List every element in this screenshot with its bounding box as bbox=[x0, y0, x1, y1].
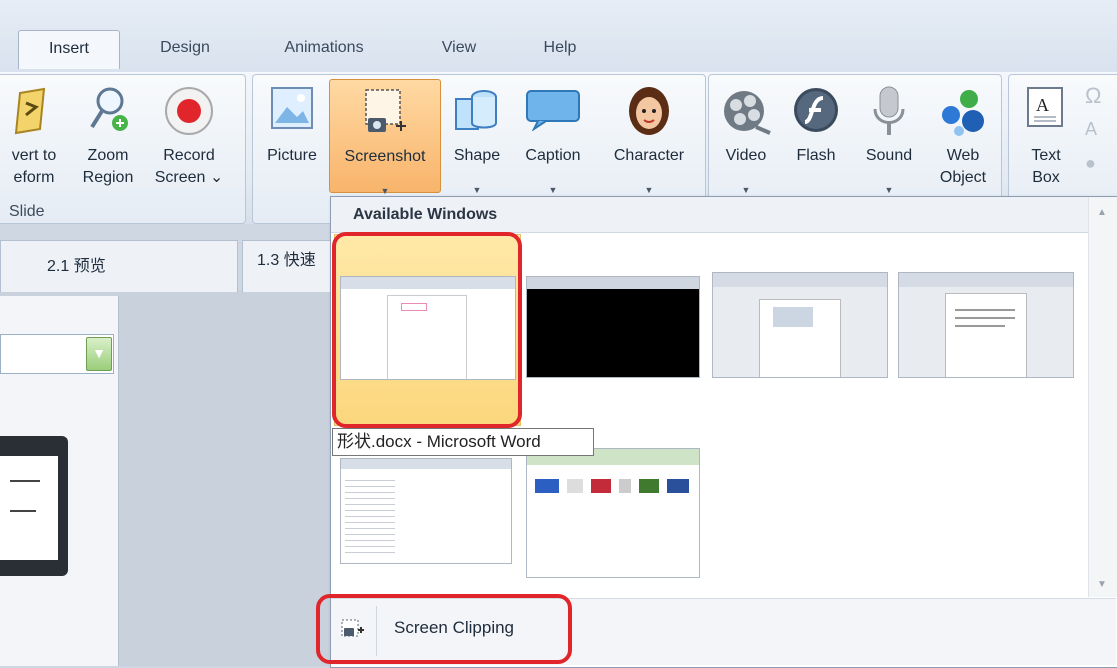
window-thumbnail-gallery[interactable] bbox=[526, 448, 700, 578]
doc-tab-quick[interactable]: 1.3 快速 bbox=[242, 240, 332, 292]
web-object-button[interactable]: Web Object bbox=[931, 79, 995, 191]
flash-button[interactable]: Flash bbox=[783, 79, 849, 191]
video-icon bbox=[724, 91, 771, 135]
record-screen-button[interactable]: Record Screen ⌄ bbox=[149, 79, 229, 191]
convert-icon bbox=[14, 87, 46, 135]
group-slide: vert to eform Zoom Region Record Screen ⌄ S… bbox=[0, 74, 246, 224]
available-windows-header: Available Windows bbox=[331, 197, 1088, 233]
picture-button[interactable]: Picture bbox=[257, 79, 327, 191]
shape-button[interactable]: Shape ▼ bbox=[445, 79, 509, 195]
window-tooltip: 形状.docx - Microsoft Word bbox=[332, 428, 594, 456]
web-object-icon bbox=[942, 90, 984, 136]
tab-view[interactable]: View bbox=[426, 30, 492, 68]
window-thumbnail-explorer[interactable] bbox=[340, 458, 512, 564]
object-icon[interactable]: ● bbox=[1085, 153, 1096, 174]
sound-button[interactable]: Sound ▼ bbox=[853, 79, 925, 195]
text-box-button[interactable]: A Text Box bbox=[1015, 79, 1077, 191]
shape-icon bbox=[455, 90, 497, 130]
picture-icon bbox=[271, 87, 313, 129]
tab-help[interactable]: Help bbox=[528, 30, 592, 68]
ribbon-tab-bar: Insert Design Animations View Help bbox=[0, 0, 1117, 73]
wordart-icon[interactable]: A bbox=[1085, 119, 1097, 140]
window-thumbnail-console[interactable] bbox=[526, 276, 700, 378]
microphone-icon bbox=[873, 86, 905, 135]
caption-button[interactable]: Caption ▼ bbox=[515, 79, 591, 195]
group-label-slide: Slide bbox=[9, 203, 45, 220]
text-box-icon: A bbox=[1027, 87, 1063, 127]
highlight-annotation-window bbox=[332, 232, 522, 428]
caption-icon bbox=[526, 90, 580, 131]
highlight-annotation-clipping bbox=[316, 594, 572, 664]
convert-button[interactable]: vert to eform bbox=[1, 79, 67, 191]
record-icon bbox=[165, 87, 213, 135]
character-icon bbox=[629, 87, 669, 135]
tab-design[interactable]: Design bbox=[140, 30, 230, 68]
flash-icon bbox=[794, 88, 838, 132]
scroll-down-icon[interactable]: ▼ bbox=[1097, 579, 1107, 590]
svg-text:A: A bbox=[1036, 95, 1049, 115]
symbol-icon[interactable]: Ω bbox=[1085, 83, 1101, 109]
tab-animations[interactable]: Animations bbox=[262, 30, 386, 68]
screenshot-icon bbox=[365, 89, 406, 132]
window-thumbnail-document-3[interactable] bbox=[898, 272, 1074, 378]
tab-insert[interactable]: Insert bbox=[18, 30, 120, 69]
dropdown-arrow-icon[interactable]: ▼ bbox=[86, 337, 112, 371]
slide-preview bbox=[0, 456, 58, 560]
character-button[interactable]: Character ▼ bbox=[599, 79, 699, 195]
video-button[interactable]: Video ▼ bbox=[715, 79, 777, 195]
scroll-up-icon[interactable]: ▲ bbox=[1097, 207, 1107, 218]
window-thumbnail-document-2[interactable] bbox=[712, 272, 888, 378]
zoom-icon bbox=[90, 87, 128, 131]
zoom-region-button[interactable]: Zoom Region bbox=[75, 79, 141, 191]
screenshot-button[interactable]: Screenshot ▼ bbox=[329, 79, 441, 196]
doc-tab-preview[interactable]: 2.1 预览 bbox=[0, 240, 238, 292]
dropdown-scrollbar[interactable]: ▲ ▼ bbox=[1088, 197, 1117, 597]
